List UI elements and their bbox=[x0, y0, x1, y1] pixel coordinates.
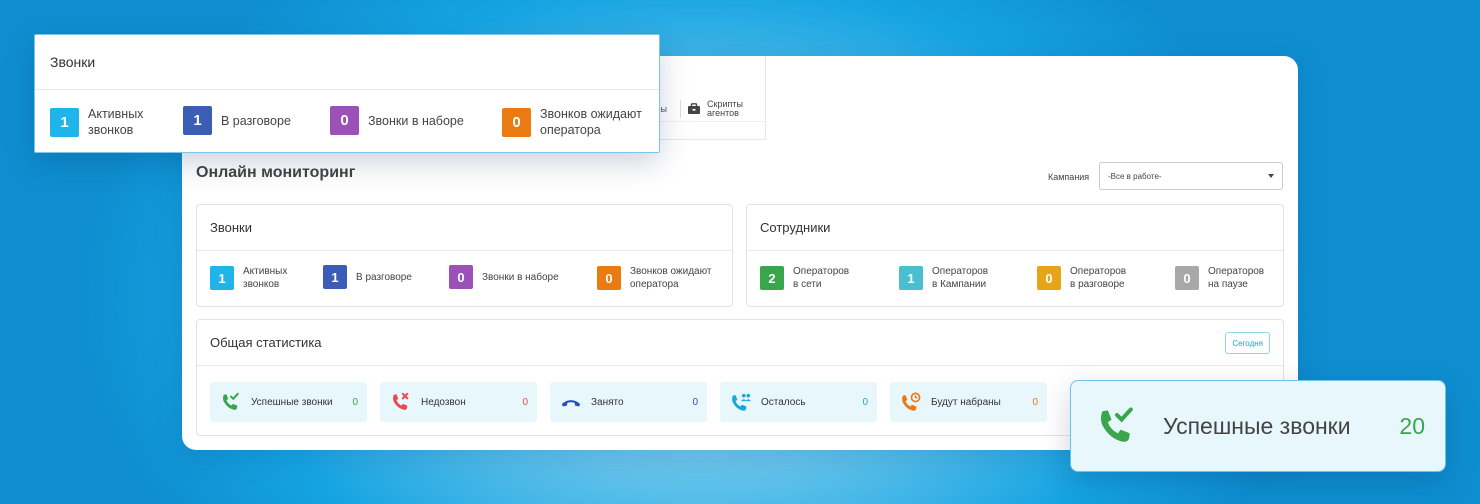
stat-value: 0 bbox=[522, 396, 528, 408]
metric-label: Звонков ожидают оператора bbox=[540, 107, 642, 137]
metric-badge: 1 bbox=[899, 266, 923, 290]
staff-card: Сотрудники 2 Операторов в сети 1 Оператор… bbox=[746, 204, 1284, 307]
metric-dialing: 0 Звонки в наборе bbox=[330, 106, 464, 135]
stat-label: Недозвон bbox=[421, 396, 466, 408]
stat-no-answer[interactable]: Недозвон 0 bbox=[380, 382, 537, 422]
phone-missed-icon bbox=[390, 392, 412, 412]
chevron-down-icon bbox=[1268, 174, 1274, 178]
stat-value: 0 bbox=[862, 396, 868, 408]
staff-card-title: Сотрудники bbox=[747, 205, 1283, 251]
stat-successful-calls[interactable]: Успешные звонки 0 bbox=[210, 382, 367, 422]
phone-hangup-icon bbox=[560, 392, 582, 412]
metric-badge: 0 bbox=[1037, 266, 1061, 290]
metric-operators-talking: 0 Операторов в разговоре bbox=[1037, 265, 1126, 291]
toolbar-fragment: сы Скрипты агентов bbox=[656, 56, 766, 140]
metric-label: Активных звонков bbox=[243, 266, 288, 290]
metric-label: Операторов в Кампании bbox=[932, 266, 989, 290]
briefcase-icon[interactable] bbox=[687, 102, 701, 115]
calls-card-title: Звонки bbox=[197, 205, 732, 251]
metric-active-calls: 1 Активных звонков bbox=[210, 265, 287, 291]
metric-badge: 1 bbox=[50, 107, 79, 137]
metric-operators-campaign: 1 Операторов в Кампании bbox=[899, 265, 988, 291]
agent-scripts-label-2: агентов bbox=[707, 107, 739, 118]
metric-label: Звонки в наборе bbox=[482, 271, 559, 283]
stat-value: 0 bbox=[692, 396, 698, 408]
calls-card-title: Звонки bbox=[35, 35, 659, 90]
today-button[interactable]: Сегодня bbox=[1225, 332, 1270, 354]
metric-label: Звонки в наборе bbox=[368, 113, 464, 128]
metric-badge: 1 bbox=[323, 265, 347, 289]
metric-label: Активных звонков bbox=[88, 107, 144, 137]
general-stats-title: Общая статистика bbox=[197, 320, 1283, 366]
metric-label: В разговоре bbox=[356, 271, 412, 283]
phone-clock-icon bbox=[900, 392, 922, 412]
metric-dialing: 0 Звонки в наборе bbox=[449, 265, 559, 289]
stat-value: 0 bbox=[1032, 396, 1038, 408]
campaign-label: Кампания bbox=[1048, 172, 1090, 182]
calls-card: Звонки 1 Активных звонков 1 В разговоре 0… bbox=[196, 204, 733, 307]
toolbar-divider bbox=[680, 99, 681, 118]
stat-will-be-dialed[interactable]: Будут набраны 0 bbox=[890, 382, 1047, 422]
metric-operators-online: 2 Операторов в сети bbox=[760, 265, 849, 291]
phone-group-icon bbox=[730, 392, 752, 412]
staff-card-body: 2 Операторов в сети 1 Операторов в Кампани… bbox=[747, 251, 1283, 307]
highlight-label: Успешные звонки bbox=[1163, 412, 1351, 439]
metric-label: В разговоре bbox=[221, 113, 291, 128]
agent-scripts-button[interactable]: Скрипты агентов bbox=[707, 99, 743, 118]
metric-badge: 0 bbox=[502, 107, 531, 137]
calls-card-body: 1 Активных звонков 1 В разговоре 0 Звонки… bbox=[35, 90, 659, 152]
calls-card-zoomed: Звонки 1 Активных звонков 1 В разговоре 0… bbox=[34, 34, 660, 153]
metric-active-calls: 1 Активных звонков bbox=[50, 106, 143, 138]
campaign-select-value: -Все в работе- bbox=[1108, 171, 1162, 181]
metric-label: Операторов в сети bbox=[793, 266, 850, 290]
page-title: Онлайн мониторинг bbox=[196, 164, 356, 181]
metric-in-talk: 1 В разговоре bbox=[323, 265, 412, 289]
metric-label: Операторов на паузе bbox=[1208, 266, 1265, 290]
metric-waiting: 0 Звонков ожидают оператора bbox=[597, 265, 711, 291]
stat-label: Занято bbox=[591, 396, 624, 408]
metric-operators-paused: 0 Операторов на паузе bbox=[1175, 265, 1264, 291]
campaign-select[interactable]: -Все в работе- bbox=[1099, 162, 1283, 190]
metric-badge: 0 bbox=[1175, 266, 1199, 290]
metric-label: Звонков ожидают оператора bbox=[630, 266, 712, 290]
stat-label: Осталось bbox=[761, 396, 806, 408]
calls-card-body: 1 Активных звонков 1 В разговоре 0 Звонки… bbox=[197, 251, 732, 307]
metric-badge: 2 bbox=[760, 266, 784, 290]
metric-badge: 0 bbox=[330, 106, 359, 135]
metric-badge: 1 bbox=[183, 106, 212, 135]
toolbar-row: сы Скрипты агентов bbox=[656, 96, 765, 122]
phone-check-icon bbox=[1095, 405, 1139, 447]
metric-in-talk: 1 В разговоре bbox=[183, 106, 291, 135]
metric-badge: 1 bbox=[210, 266, 234, 290]
metric-waiting: 0 Звонков ожидают оператора bbox=[502, 106, 642, 138]
stat-remaining[interactable]: Осталось 0 bbox=[720, 382, 877, 422]
stat-value: 0 bbox=[352, 396, 358, 408]
metric-label: Операторов в разговоре bbox=[1070, 266, 1127, 290]
stat-label: Будут набраны bbox=[931, 396, 1001, 408]
phone-check-icon bbox=[220, 392, 242, 412]
highlight-value: 20 bbox=[1399, 412, 1425, 439]
metric-badge: 0 bbox=[597, 266, 621, 290]
successful-calls-highlight: Успешные звонки 20 bbox=[1070, 380, 1446, 472]
metric-badge: 0 bbox=[449, 265, 473, 289]
stat-label: Успешные звонки bbox=[251, 396, 333, 408]
stat-busy[interactable]: Занято 0 bbox=[550, 382, 707, 422]
